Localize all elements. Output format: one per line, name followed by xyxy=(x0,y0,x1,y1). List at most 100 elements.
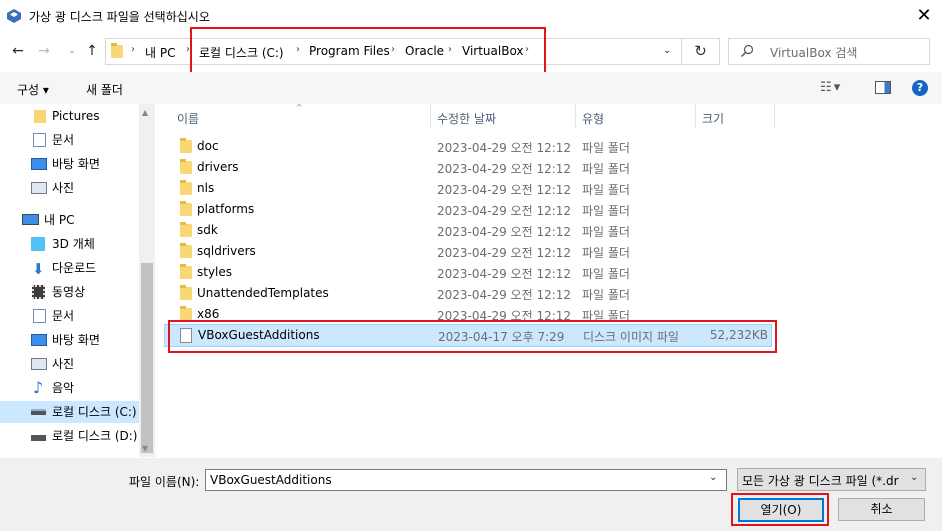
disc-image-file-icon xyxy=(180,328,192,343)
chevron-right-icon: › xyxy=(391,44,395,55)
back-button[interactable]: ← xyxy=(9,42,27,60)
file-row[interactable]: UnattendedTemplates 2023-04-29 오전 12:12 … xyxy=(164,283,774,304)
breadcrumb-program-files[interactable]: Program Files xyxy=(309,44,390,58)
preview-pane-icon[interactable] xyxy=(875,81,891,94)
file-date: 2023-04-29 오전 12:12 xyxy=(437,225,572,239)
up-button[interactable]: ↑ xyxy=(83,42,101,60)
refresh-button[interactable]: ↻ xyxy=(682,38,720,65)
window-title: 가상 광 디스크 파일을 선택하십시오 xyxy=(29,10,210,24)
file-row-selected[interactable]: VBoxGuestAdditions 2023-04-17 오후 7:29 디스… xyxy=(164,324,772,347)
document-icon xyxy=(33,133,46,147)
nav-item-videos[interactable]: 동영상 xyxy=(0,281,139,303)
nav-item-documents[interactable]: 문서 xyxy=(0,129,139,151)
column-header-type[interactable]: 유형 xyxy=(582,110,604,127)
file-row[interactable]: x86 2023-04-29 오전 12:12 파일 폴더 xyxy=(164,304,774,325)
view-options-icon[interactable]: ☷ ▾ xyxy=(820,80,840,95)
nav-item-label: 바탕 화면 xyxy=(52,333,100,347)
chevron-right-icon: › xyxy=(525,44,529,55)
picture-icon xyxy=(31,358,47,370)
column-divider[interactable] xyxy=(575,104,576,128)
file-row[interactable]: platforms 2023-04-29 오전 12:12 파일 폴더 xyxy=(164,199,774,220)
help-icon[interactable]: ? xyxy=(912,80,928,96)
folder-icon xyxy=(180,222,192,237)
file-row[interactable]: sdk 2023-04-29 오전 12:12 파일 폴더 xyxy=(164,220,774,241)
close-button[interactable]: ✕ xyxy=(912,4,936,28)
nav-item-label: 사진 xyxy=(52,181,75,195)
open-button[interactable]: 열기(O) xyxy=(738,498,824,522)
video-icon xyxy=(32,285,45,299)
file-date: 2023-04-29 오전 12:12 xyxy=(437,288,572,302)
filename-dropdown-icon[interactable]: ⌄ xyxy=(709,472,717,483)
column-divider[interactable] xyxy=(774,104,775,128)
nav-item-downloads[interactable]: ⬇ 다운로드 xyxy=(0,257,139,279)
filename-label: 파일 이름(N): xyxy=(129,475,200,489)
column-header-name[interactable]: 이름 xyxy=(177,110,199,127)
nav-item-label: 내 PC xyxy=(44,213,75,227)
file-type: 파일 폴더 xyxy=(582,162,630,176)
address-dropdown-icon[interactable]: ⌄ xyxy=(663,45,671,56)
nav-item-this-pc[interactable]: 내 PC xyxy=(0,209,139,231)
scroll-down-icon[interactable]: ▼ xyxy=(142,444,148,453)
nav-item-label: 문서 xyxy=(52,133,75,147)
file-row[interactable]: sqldrivers 2023-04-29 오전 12:12 파일 폴더 xyxy=(164,241,774,262)
file-date: 2023-04-29 오전 12:12 xyxy=(437,246,572,260)
nav-item-music[interactable]: ♪ 음악 xyxy=(0,377,139,399)
folder-icon xyxy=(34,110,46,123)
nav-item-label: 다운로드 xyxy=(52,261,97,275)
column-header-row xyxy=(164,104,942,130)
column-header-size[interactable]: 크기 xyxy=(702,110,724,127)
forward-button[interactable]: → xyxy=(35,42,53,60)
file-name: styles xyxy=(197,265,233,279)
file-row[interactable]: drivers 2023-04-29 오전 12:12 파일 폴더 xyxy=(164,157,774,178)
file-row[interactable]: nls 2023-04-29 오전 12:12 파일 폴더 xyxy=(164,178,774,199)
nav-item-label: 로컬 디스크 (D:) xyxy=(52,429,138,443)
folder-icon xyxy=(180,264,192,279)
nav-item-pictures-kr[interactable]: 사진 xyxy=(0,177,139,199)
nav-item-pictures[interactable]: Pictures xyxy=(0,105,139,127)
breadcrumb-c-drive[interactable]: 로컬 디스크 (C:) xyxy=(199,44,284,61)
file-size: 52,232KB xyxy=(709,328,768,342)
column-divider[interactable] xyxy=(695,104,696,128)
folder-icon xyxy=(180,201,192,216)
file-date: 2023-04-29 오전 12:12 xyxy=(437,267,572,281)
file-type-filter-select[interactable]: 모든 가상 광 디스크 파일 (*.dr xyxy=(737,468,926,491)
nav-item-label: 3D 개체 xyxy=(52,237,95,251)
nav-item-documents-2[interactable]: 문서 xyxy=(0,305,139,327)
file-type: 파일 폴더 xyxy=(582,246,630,260)
sort-ascending-icon: ^ xyxy=(296,103,303,112)
file-date: 2023-04-29 오전 12:12 xyxy=(437,309,572,323)
nav-item-pictures-2[interactable]: 사진 xyxy=(0,353,139,375)
music-icon: ♪ xyxy=(33,378,44,397)
folder-icon xyxy=(180,306,192,321)
nav-item-label: 음악 xyxy=(52,381,75,395)
file-row[interactable]: styles 2023-04-29 오전 12:12 파일 폴더 xyxy=(164,262,774,283)
file-row[interactable]: doc 2023-04-29 오전 12:12 파일 폴더 xyxy=(164,136,774,157)
file-type: 파일 폴더 xyxy=(582,288,630,302)
cancel-button[interactable]: 취소 xyxy=(838,498,925,521)
recent-locations-button[interactable]: ⌄ xyxy=(63,42,81,60)
folder-icon xyxy=(180,180,192,195)
column-header-date[interactable]: 수정한 날짜 xyxy=(437,110,496,127)
file-open-dialog: 가상 광 디스크 파일을 선택하십시오 ✕ ← → ⌄ ↑ › 내 PC › 로… xyxy=(0,0,942,531)
nav-item-desktop-2[interactable]: 바탕 화면 xyxy=(0,329,139,351)
breadcrumb-this-pc[interactable]: 내 PC xyxy=(145,44,175,61)
filter-dropdown-icon[interactable]: ⌄ xyxy=(910,472,918,483)
desktop-icon xyxy=(31,158,47,170)
chevron-right-icon: › xyxy=(296,44,300,55)
nav-item-c-drive[interactable]: 로컬 디스크 (C:) xyxy=(0,401,139,423)
nav-item-desktop[interactable]: 바탕 화면 xyxy=(0,153,139,175)
file-type: 파일 폴더 xyxy=(582,267,630,281)
breadcrumb-oracle[interactable]: Oracle xyxy=(405,44,444,58)
scroll-up-icon[interactable]: ▲ xyxy=(142,108,148,117)
nav-item-d-drive[interactable]: 로컬 디스크 (D:) xyxy=(0,425,139,447)
download-icon: ⬇ xyxy=(32,260,45,278)
filename-input[interactable]: VBoxGuestAdditions xyxy=(205,469,727,491)
folder-icon xyxy=(111,43,123,58)
column-divider[interactable] xyxy=(430,104,431,128)
new-folder-button[interactable]: 새 폴더 xyxy=(86,81,123,98)
file-type: 파일 폴더 xyxy=(582,309,630,323)
breadcrumb-virtualbox[interactable]: VirtualBox xyxy=(462,44,524,58)
organize-button[interactable]: 구성 ▾ xyxy=(17,81,49,98)
nav-item-3d-objects[interactable]: 3D 개체 xyxy=(0,233,139,255)
nav-scrollbar-thumb[interactable] xyxy=(141,263,153,453)
